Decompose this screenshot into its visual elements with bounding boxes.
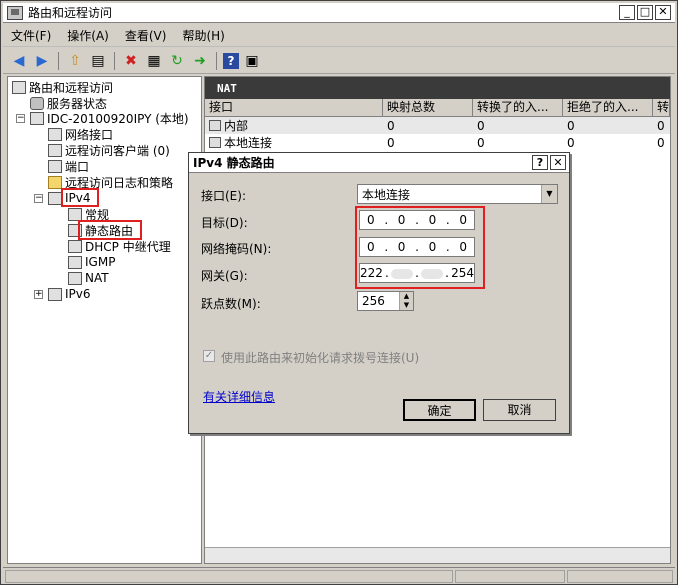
interface-label: 接口(E): [201, 189, 246, 203]
help-icon[interactable]: ? [223, 52, 239, 69]
interface-icon [209, 137, 221, 148]
highlight-ipv4 [61, 188, 99, 207]
back-icon[interactable]: ◀ [9, 51, 29, 71]
status-pane-3 [567, 570, 673, 583]
expand-ipv6-icon[interactable]: + [34, 290, 43, 299]
computer-icon [12, 80, 26, 94]
network-icon [48, 127, 62, 141]
interface-icon [209, 120, 221, 131]
tree-node-nat[interactable]: NAT [68, 270, 109, 286]
ok-button[interactable]: 确定 [403, 399, 476, 421]
collapse-ipv4-icon[interactable]: − [34, 194, 43, 203]
demand-dial-checkbox[interactable]: ✓ [203, 350, 215, 362]
window-title: 路由和远程访问 [28, 6, 113, 20]
highlight-ip-fields [355, 206, 485, 289]
refresh-icon[interactable]: ↻ [167, 51, 187, 71]
tree-node-ipv6[interactable]: IPv6 [48, 286, 91, 302]
horizontal-scrollbar[interactable] [205, 547, 670, 563]
collapse-server-icon[interactable]: − [16, 114, 25, 123]
menu-help[interactable]: 帮助(H) [174, 27, 232, 44]
spin-arrows-icon[interactable]: ▲ ▼ [399, 292, 413, 310]
column-interface[interactable]: 接口 [205, 99, 383, 116]
column-total-mappings[interactable]: 映射总数 [383, 99, 473, 116]
close-button[interactable]: ✕ [655, 5, 671, 20]
more-info-link[interactable]: 有关详细信息 [203, 388, 275, 405]
properties-icon[interactable]: ▦ [144, 51, 164, 71]
interface-select[interactable]: 本地连接 ▼ [357, 184, 558, 204]
status-pane-2 [455, 570, 565, 583]
maximize-button[interactable]: □ [637, 5, 653, 20]
dialog-help-button[interactable]: ? [532, 155, 548, 170]
column-rejected-in[interactable]: 拒绝了的入... [563, 99, 653, 116]
status-pane-main [5, 570, 453, 583]
column-headers: 接口 映射总数 转换了的入... 拒绝了的入... 转 [205, 99, 670, 117]
menu-view[interactable]: 查看(V) [117, 27, 175, 44]
igmp-icon [68, 255, 82, 269]
navigation-tree: 路由和远程访问 服务器状态 − IDC-20100920IPY (本地) 网络接… [7, 76, 202, 564]
hops-stepper[interactable]: 256 ▲ ▼ [357, 291, 414, 311]
gateway-label: 网关(G): [201, 269, 248, 283]
column-translated-in[interactable]: 转换了的入... [473, 99, 563, 116]
dialog-title: IPv4 静态路由 [189, 153, 569, 173]
tree-node-root[interactable]: 路由和远程访问 [12, 79, 113, 95]
target-label: 目标(D): [201, 216, 248, 230]
minimize-button[interactable]: _ [619, 5, 635, 20]
nat-icon [68, 271, 82, 285]
app-icon [7, 5, 23, 20]
tree-node-remote-clients[interactable]: 远程访问客户端 (0) [48, 142, 170, 158]
ports-icon [48, 159, 62, 173]
demand-dial-label: 使用此路由来初始化请求拨号连接(U) [221, 351, 420, 365]
folder-icon [48, 175, 62, 189]
tree-node-ports[interactable]: 端口 [48, 158, 89, 174]
menu-bar: 文件(F) 操作(A) 查看(V) 帮助(H) [3, 25, 675, 47]
show-tree-icon[interactable]: ▤ [88, 51, 108, 71]
clients-icon [48, 143, 62, 157]
toolbar: ◀ ▶ ⇧ ▤ ✖ ▦ ↻ ➜ ? ▣ [3, 48, 675, 74]
mask-label: 网络掩码(N): [201, 242, 272, 256]
cancel-button[interactable]: 取消 [483, 399, 556, 421]
status-bar [3, 567, 675, 584]
export-icon[interactable]: ➜ [190, 51, 210, 71]
general-icon [68, 207, 82, 221]
tree-node-igmp[interactable]: IGMP [68, 254, 115, 270]
forward-icon[interactable]: ▶ [32, 51, 52, 71]
table-row[interactable]: 本地连接 0 0 0 0 [205, 134, 670, 151]
toolbar-separator [216, 51, 217, 70]
dhcp-icon [68, 239, 82, 253]
toolbar-separator [58, 51, 59, 70]
hops-label: 跃点数(M): [201, 297, 261, 311]
tree-node-dhcp[interactable]: DHCP 中继代理 [68, 238, 171, 254]
static-route-dialog: IPv4 静态路由 ? ✕ 接口(E): 本地连接 ▼ 目标(D): 0.0.0… [188, 152, 570, 434]
chevron-down-icon[interactable]: ▼ [541, 185, 557, 203]
ipv6-icon [48, 287, 62, 301]
tree-node-network-interfaces[interactable]: 网络接口 [48, 126, 113, 142]
title-bar: 路由和远程访问 _ □ ✕ [3, 3, 675, 23]
delete-icon[interactable]: ✖ [121, 51, 141, 71]
tree-node-server[interactable]: IDC-20100920IPY (本地) [30, 110, 189, 126]
menu-action[interactable]: 操作(A) [59, 27, 117, 44]
up-folder-icon[interactable]: ⇧ [65, 51, 85, 71]
server-icon [30, 111, 44, 125]
toolbar-separator [114, 51, 115, 70]
pane-header: NAT [205, 77, 670, 99]
table-row[interactable]: 内部 0 0 0 0 [205, 117, 670, 134]
console-icon[interactable]: ▣ [242, 51, 262, 71]
dialog-close-button[interactable]: ✕ [550, 155, 566, 170]
column-more[interactable]: 转 [653, 99, 670, 116]
server-status-icon [30, 96, 44, 110]
ipv4-icon [48, 191, 62, 205]
menu-file[interactable]: 文件(F) [3, 27, 59, 44]
